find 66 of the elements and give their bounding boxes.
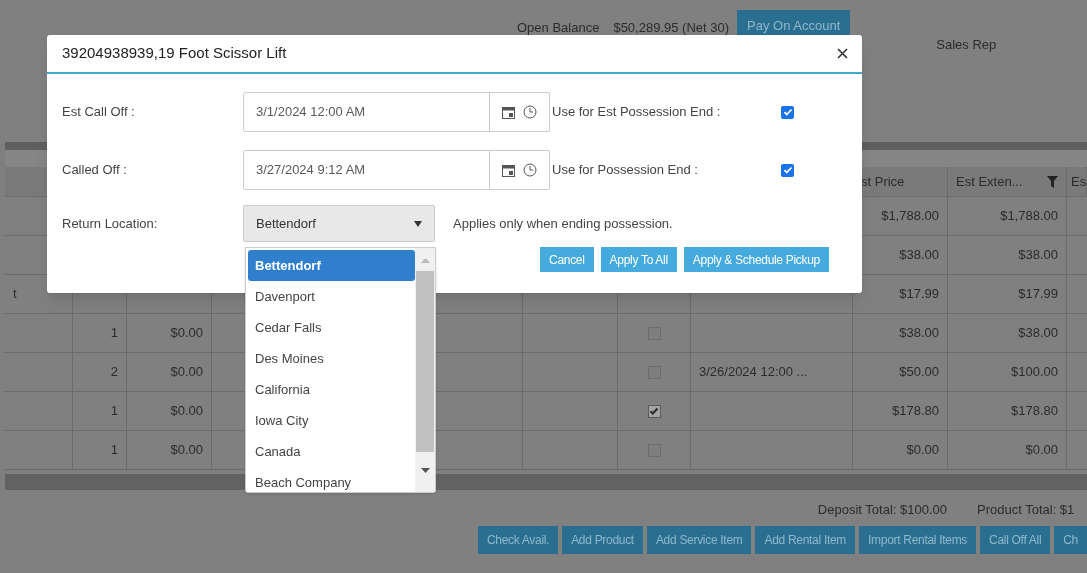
balance-label: Open Balance [517,19,600,37]
table-cell: $0.00 [853,431,948,470]
table-cell: $0.00 [127,431,212,470]
table-cell: $0.00 [948,431,1067,470]
table-cell: $17.99 [948,275,1067,314]
balance-value: $50,289.95 (Net 30) [613,19,730,37]
location-option[interactable]: Des Moines [248,343,415,374]
calendar-icon[interactable] [502,163,515,177]
table-cell: $100.00 [948,353,1067,392]
field-label: Called Off : [62,161,128,180]
table-cell: $1,788.00 [948,197,1067,236]
table-cell: $38.00 [948,314,1067,353]
checkbox[interactable] [781,105,794,119]
dialog-title: 39204938939,19 Foot Scissor Lift [62,43,287,64]
calendar-icon[interactable] [502,105,515,119]
location-note: Applies only when ending possession. [453,214,673,233]
column-header[interactable]: Est Exten... [948,167,1067,196]
action-button[interactable]: Add Product [562,525,643,554]
scrollbar[interactable] [415,248,435,492]
table-cell: $0.00 [127,353,212,392]
table-cell: $0.00 [127,314,212,353]
dialog-button[interactable]: Apply To All [600,247,677,272]
table-cell: $38.00 [948,236,1067,275]
caret-icon [414,220,422,227]
location-option[interactable]: Cedar Falls [248,312,415,343]
table-cell: $38.00 [853,314,948,353]
field-label: Est Call Off : [62,103,136,122]
product-total: Product Total: $1 [977,501,1076,519]
checkbox[interactable] [781,163,794,177]
action-button[interactable]: Check Avail. [477,525,559,554]
table-cell: $178.80 [948,392,1067,431]
action-button[interactable]: Call Off All [980,525,1051,554]
clock-icon[interactable] [523,163,537,177]
date-time-field[interactable]: 3/1/2024 12:00 AM [243,92,550,132]
dialog-button[interactable]: Cancel [540,247,594,272]
location-option[interactable]: Davenport [248,281,415,312]
close-icon[interactable] [837,48,848,59]
location-option[interactable]: Canada [248,436,415,467]
table-cell: $0.00 [127,392,212,431]
action-button[interactable]: Add Rental Item [755,525,856,554]
location-option[interactable]: Beach Company [248,467,415,492]
clock-icon[interactable] [523,105,537,119]
location-option[interactable]: Iowa City [248,405,415,436]
field-label: Return Location: [62,214,159,233]
table-cell: 3/26/2024 12:00 ... [691,353,853,392]
location-option[interactable]: Bettendorf [248,250,415,281]
option-label: Use for Possession End : [551,161,699,180]
option-label: Use for Est Possession End : [551,103,722,122]
action-button[interactable]: Add Service Item [646,525,752,554]
filter-icon[interactable] [1047,175,1058,188]
location-option[interactable]: California [248,374,415,405]
table-cell: 1 [73,392,127,431]
date-time-field[interactable]: 3/27/2024 9:12 AM [243,150,550,190]
location-select[interactable]: Bettendorf [243,205,435,242]
table-cell: 1 [73,314,127,353]
column-header[interactable]: Es [1067,167,1087,196]
deposit-total: Deposit Total: $100.00 [817,501,947,519]
dialog-button[interactable]: Apply & Schedule Pickup [683,247,829,272]
action-button[interactable]: Import Rental Items [859,525,977,554]
table-cell: $178.80 [853,392,948,431]
table-cell: 2 [73,353,127,392]
table-cell: 1 [73,431,127,470]
action-button[interactable]: Ch [1054,525,1087,554]
sales-rep-label: Sales Rep [936,36,997,54]
table-cell: $50.00 [853,353,948,392]
row-checkbox[interactable] [647,404,661,418]
